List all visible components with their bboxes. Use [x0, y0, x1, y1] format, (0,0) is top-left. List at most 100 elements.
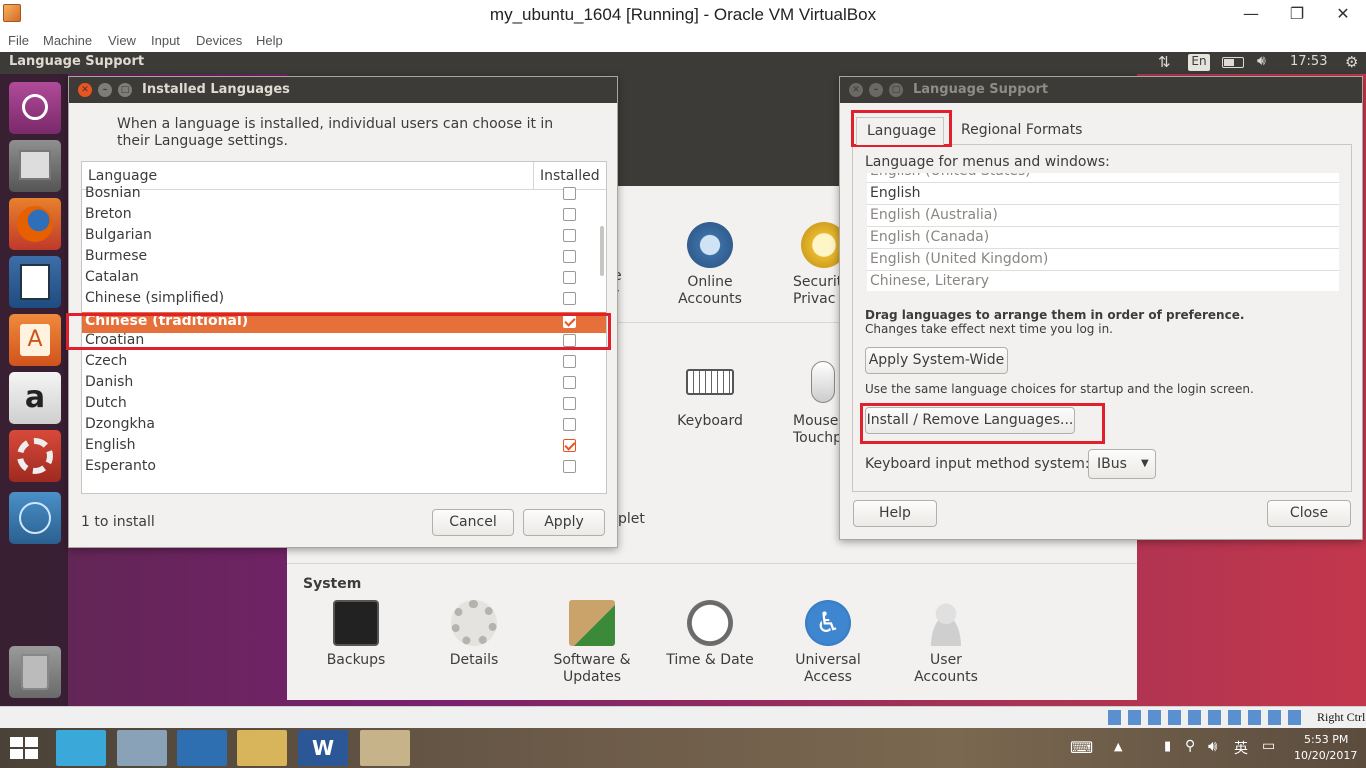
time-date-item[interactable]: Time & Date — [660, 600, 760, 669]
language-row[interactable]: Czech — [82, 352, 606, 373]
installed-checkbox[interactable] — [563, 439, 576, 452]
taskbar-app-icon[interactable] — [56, 730, 106, 766]
preferred-language-item[interactable]: English — [867, 183, 1339, 205]
installed-checkbox[interactable] — [563, 397, 576, 410]
libreoffice-writer-icon[interactable] — [9, 256, 61, 308]
action-center-icon[interactable]: ▭ — [1262, 738, 1275, 754]
user-accounts-item[interactable]: User Accounts — [896, 600, 996, 686]
close-window-button[interactable]: ✕ — [1320, 0, 1366, 30]
tab-regional-formats[interactable]: Regional Formats — [961, 122, 1082, 138]
files-icon[interactable] — [9, 140, 61, 192]
taskbar-app-icon[interactable] — [117, 730, 167, 766]
firefox-icon[interactable] — [9, 198, 61, 250]
minimize-icon[interactable]: – — [869, 83, 883, 97]
preferred-languages-list[interactable]: English (United States) English English (A… — [867, 173, 1339, 291]
column-installed-header[interactable]: Installed — [540, 168, 600, 184]
menu-file[interactable]: File — [8, 33, 29, 48]
volume-icon[interactable]: 🔊︎ — [1257, 53, 1266, 69]
installed-checkbox[interactable] — [563, 418, 576, 431]
menu-view[interactable]: View — [108, 33, 136, 48]
backups-item[interactable]: Backups — [311, 600, 401, 669]
preferred-language-item[interactable]: English (Canada) — [867, 227, 1339, 249]
close-button[interactable]: Close — [1267, 500, 1351, 527]
apply-system-wide-button[interactable]: Apply System-Wide — [865, 347, 1008, 374]
list-scrollbar[interactable] — [600, 226, 604, 276]
language-support-icon[interactable] — [9, 492, 61, 544]
taskbar-date[interactable]: 10/20/2017 — [1294, 749, 1357, 762]
column-language-header[interactable]: Language — [88, 168, 157, 184]
maximize-icon[interactable]: □ — [889, 83, 903, 97]
installed-checkbox[interactable] — [563, 250, 576, 263]
system-menu-icon[interactable]: ⚙︎ — [1345, 53, 1358, 71]
battery-icon[interactable] — [1222, 57, 1244, 68]
details-icon — [451, 600, 497, 646]
keyboard-tray-icon[interactable]: ⌨︎ — [1070, 738, 1093, 757]
language-row[interactable]: Danish — [82, 373, 606, 394]
language-row[interactable]: Bosnian — [82, 184, 606, 205]
tab-language[interactable]: Language — [856, 117, 944, 145]
windows-start-icon[interactable] — [10, 737, 38, 759]
battery-tray-icon[interactable]: ▮ — [1164, 739, 1171, 754]
menu-devices[interactable]: Devices — [196, 33, 242, 48]
preferred-language-item[interactable]: English (Australia) — [867, 205, 1339, 227]
taskbar-time[interactable]: 5:53 PM — [1304, 733, 1348, 746]
language-name: Esperanto — [85, 458, 156, 474]
installed-checkbox[interactable] — [563, 460, 576, 473]
installed-checkbox[interactable] — [563, 376, 576, 389]
user-accounts-icon — [923, 600, 969, 646]
dash-home-icon[interactable] — [9, 82, 61, 134]
online-accounts-item[interactable]: Online Accounts — [665, 222, 755, 308]
vbox-device-icons[interactable] — [1108, 710, 1308, 725]
language-row[interactable]: Dzongkha — [82, 415, 606, 436]
wifi-tray-icon[interactable]: ⚲ — [1185, 738, 1195, 754]
restore-button[interactable]: ❐ — [1274, 0, 1320, 30]
close-icon[interactable]: ✕ — [78, 83, 92, 97]
network-icon[interactable]: ⇅ — [1158, 53, 1171, 71]
taskbar-word-icon[interactable]: W — [298, 730, 348, 766]
installed-checkbox[interactable] — [563, 271, 576, 284]
preferred-language-item[interactable]: English (United Kingdom) — [867, 249, 1339, 271]
menu-input[interactable]: Input — [151, 33, 180, 48]
taskbar-paint-icon[interactable] — [360, 730, 410, 766]
language-row[interactable]: Bulgarian — [82, 226, 606, 247]
keyboard-item[interactable]: Keyboard — [665, 361, 755, 430]
minimize-icon[interactable]: – — [98, 83, 112, 97]
close-icon[interactable]: ✕ — [849, 83, 863, 97]
help-button[interactable]: Help — [853, 500, 937, 527]
volume-tray-icon[interactable]: 🔊︎ — [1208, 737, 1217, 755]
cancel-button[interactable]: Cancel — [432, 509, 514, 536]
software-updates-item[interactable]: Software & Updates — [542, 600, 642, 686]
language-row[interactable]: Breton — [82, 205, 606, 226]
language-row[interactable]: Dutch — [82, 394, 606, 415]
amazon-icon[interactable]: a — [9, 372, 61, 424]
tray-expand-icon[interactable]: ▲ — [1114, 740, 1122, 753]
minimize-button[interactable]: — — [1228, 0, 1274, 30]
system-settings-icon[interactable] — [9, 430, 61, 482]
menu-help[interactable]: Help — [256, 33, 283, 48]
apply-button[interactable]: Apply — [523, 509, 605, 536]
keyboard-indicator[interactable]: En — [1188, 54, 1210, 71]
preferred-language-item[interactable]: Chinese, Literary — [867, 271, 1339, 291]
language-row[interactable]: Catalan — [82, 268, 606, 289]
installed-checkbox[interactable] — [563, 229, 576, 242]
details-item[interactable]: Details — [429, 600, 519, 669]
installed-checkbox[interactable] — [563, 187, 576, 200]
maximize-icon[interactable]: □ — [118, 83, 132, 97]
clock[interactable]: 17:53 — [1290, 54, 1327, 69]
taskbar-virtualbox-icon[interactable] — [177, 730, 227, 766]
menu-machine[interactable]: Machine — [43, 33, 92, 48]
language-row[interactable]: Chinese (simplified) — [82, 289, 606, 310]
software-center-icon[interactable]: A — [9, 314, 61, 366]
installed-checkbox[interactable] — [563, 355, 576, 368]
ime-indicator[interactable]: 英 — [1234, 738, 1248, 758]
universal-access-item[interactable]: ♿︎ Universal Access — [778, 600, 878, 686]
language-row[interactable]: Burmese — [82, 247, 606, 268]
installed-checkbox[interactable] — [563, 208, 576, 221]
language-row[interactable]: Esperanto — [82, 457, 606, 478]
taskbar-explorer-icon[interactable] — [237, 730, 287, 766]
trash-icon[interactable] — [9, 646, 61, 698]
keyboard-input-select[interactable]: IBus ▼ — [1088, 449, 1156, 479]
language-row[interactable]: English — [82, 436, 606, 457]
installed-checkbox[interactable] — [563, 292, 576, 305]
preferred-language-item[interactable]: English (United States) — [867, 173, 1339, 183]
